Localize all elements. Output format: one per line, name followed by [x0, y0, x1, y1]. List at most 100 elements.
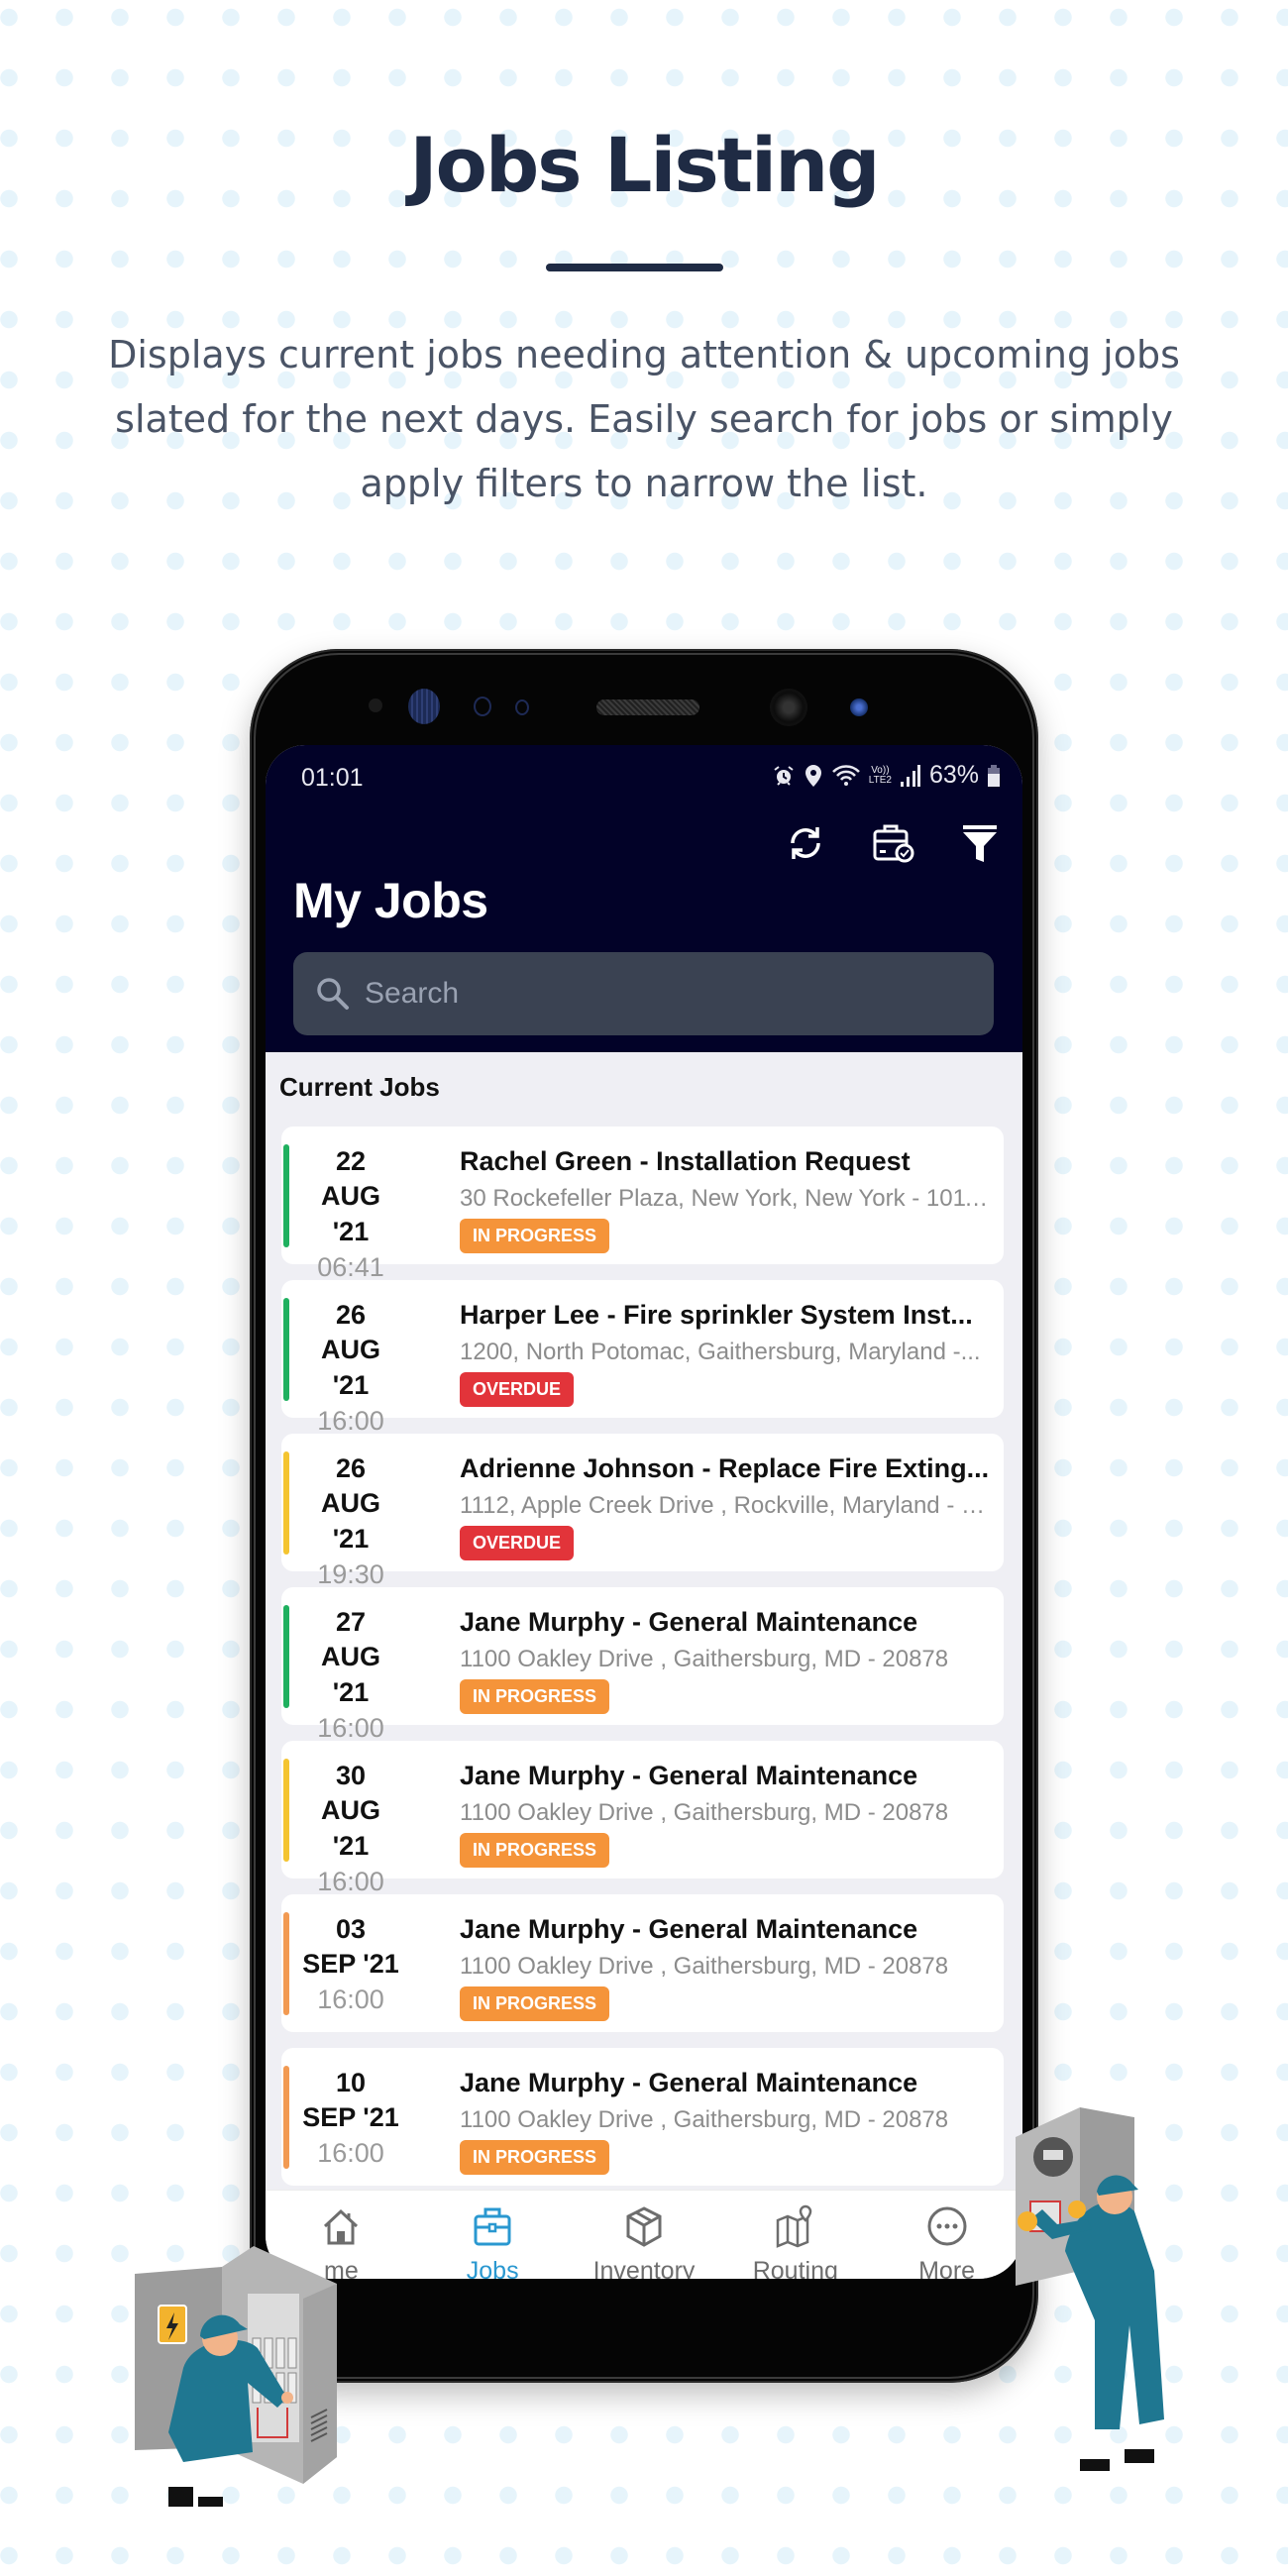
search-bar[interactable] [293, 952, 994, 1035]
status-badge: OVERDUE [460, 1372, 575, 1407]
job-address: 1100 Oakley Drive , Gaithersburg, MD - 2… [460, 1953, 949, 1980]
filter-icon [963, 825, 997, 862]
technician-standing-illustration [1016, 2107, 1164, 2471]
nav-item-more[interactable]: More [871, 2191, 1022, 2279]
header-actions [781, 818, 1005, 868]
job-day: 26 [335, 1453, 367, 1483]
phone-frame: 01:01 Vo)) LTE2 63% My Jobs Search Curre… [250, 649, 1038, 2383]
nav-label: Inventory [592, 2257, 696, 2279]
job-title: Jane Murphy - General Maintenance [460, 2068, 918, 2097]
page-title: My Jobs [293, 873, 488, 928]
filter-button[interactable] [955, 818, 1005, 868]
job-title: Jane Murphy - General Maintenance [460, 1914, 918, 1944]
app-screen: 01:01 Vo)) LTE2 63% My Jobs Search Curre… [266, 745, 1022, 2279]
job-day: 03 [335, 1914, 367, 1944]
job-date: 26 AUG '21 19:30 [301, 1451, 400, 1592]
light-sensor [474, 697, 491, 716]
priority-indicator [283, 1298, 289, 1401]
nav-item-routing[interactable]: Routing [719, 2191, 871, 2279]
volte-label: Vo)) [871, 764, 890, 776]
refresh-button[interactable] [781, 818, 830, 868]
technician-boots [1080, 2449, 1154, 2471]
job-card[interactable]: 03 SEP '21 16:00 Jane Murphy - General M… [281, 1894, 1004, 2032]
job-day: 27 [335, 1607, 367, 1637]
job-day: 26 [335, 1300, 367, 1330]
technician-hand [281, 2392, 293, 2404]
status-badge: IN PROGRESS [460, 1986, 610, 2021]
priority-indicator [283, 1451, 289, 1555]
job-date: 03 SEP '21 16:00 [301, 1912, 400, 2017]
meter-display [1043, 2150, 1063, 2160]
job-address: 1100 Oakley Drive , Gaithersburg, MD - 2… [460, 2106, 949, 2133]
more-icon [925, 2204, 969, 2253]
scheduled-jobs-button[interactable] [868, 818, 917, 868]
refresh-icon [791, 827, 820, 859]
job-card[interactable]: 10 SEP '21 16:00 Jane Murphy - General M… [281, 2048, 1004, 2186]
alarm-icon [774, 765, 794, 786]
job-list: 22 AUG '21 06:41 Rachel Green - Installa… [281, 1127, 1004, 2201]
job-calendar-icon [873, 824, 914, 863]
work-glove [1018, 2211, 1037, 2231]
front-camera [770, 689, 807, 726]
priority-indicator [283, 1144, 289, 1247]
job-title: Adrienne Johnson - Replace Fire Exting..… [460, 1453, 990, 1483]
status-badge: IN PROGRESS [460, 1219, 610, 1253]
job-title: Harper Lee - Fire sprinkler System Inst.… [460, 1300, 973, 1330]
job-time: 16:00 [317, 1985, 384, 2014]
priority-indicator [283, 1759, 289, 1862]
job-card[interactable]: 27 AUG '21 16:00 Jane Murphy - General M… [281, 1587, 1004, 1743]
promo-title: Jobs Listing [409, 121, 880, 209]
lte-label: LTE2 [868, 774, 892, 786]
job-month: AUG '21 [321, 1642, 380, 1707]
job-day: 22 [335, 1146, 367, 1176]
job-title: Rachel Green - Installation Request [460, 1146, 911, 1176]
nav-item-jobs[interactable]: Jobs [417, 2191, 569, 2279]
location-icon [805, 764, 821, 787]
cabinet-side [303, 2284, 337, 2484]
search-input[interactable] [365, 977, 959, 1011]
job-day: 30 [335, 1761, 367, 1790]
job-date: 30 AUG '21 16:00 [301, 1759, 400, 1899]
status-badge: IN PROGRESS [460, 1833, 610, 1868]
job-month: AUG '21 [321, 1181, 380, 1246]
job-date: 27 AUG '21 16:00 [301, 1605, 400, 1746]
job-card[interactable]: 26 AUG '21 16:00 Harper Lee - Fire sprin… [281, 1280, 1004, 1436]
map-pin-icon [774, 2204, 817, 2253]
job-address: 1100 Oakley Drive , Gaithersburg, MD - 2… [460, 1799, 949, 1826]
job-address: 30 Rockefeller Plaza, New York, New York… [460, 1185, 990, 1212]
job-card[interactable]: 22 AUG '21 06:41 Rachel Green - Installa… [281, 1127, 1004, 1282]
box-icon [622, 2204, 666, 2253]
job-date: 10 SEP '21 16:00 [301, 2066, 400, 2171]
battery-percent: 63% [928, 761, 979, 789]
status-icons: Vo)) LTE2 63% [772, 761, 1001, 790]
section-label-current-jobs: Current Jobs [279, 1072, 440, 1102]
technician-kneeling-illustration [135, 2246, 337, 2507]
status-badge: IN PROGRESS [460, 1679, 610, 1714]
nav-label: Routing [752, 2257, 838, 2279]
wifi-icon [831, 764, 860, 786]
technician-body [1065, 2201, 1164, 2429]
priority-indicator [283, 2066, 289, 2169]
job-card[interactable]: 26 AUG '21 19:30 Adrienne Johnson - Repl… [281, 1434, 1004, 1589]
signal-icon [900, 764, 920, 787]
job-month: AUG '21 [321, 1795, 380, 1861]
title-underline [546, 264, 723, 271]
status-badge: IN PROGRESS [460, 2140, 610, 2175]
job-card[interactable]: 30 AUG '21 16:00 Jane Murphy - General M… [281, 1741, 1004, 1896]
priority-indicator [283, 1605, 289, 1708]
iris-camera [850, 698, 868, 716]
battery-icon [988, 764, 1000, 787]
job-time: 16:00 [317, 2138, 384, 2168]
iris-sensor [408, 689, 440, 724]
nav-item-inventory[interactable]: Inventory [569, 2191, 720, 2279]
job-day: 10 [335, 2068, 367, 2097]
job-address: 1200, North Potomac, Gaithersburg, Maryl… [460, 1339, 981, 1365]
job-month: AUG '21 [321, 1488, 380, 1554]
job-month: AUG '21 [321, 1335, 380, 1400]
earpiece-speaker [596, 699, 699, 715]
priority-indicator [283, 1912, 289, 2015]
proximity-sensor [369, 698, 382, 712]
network-type: Vo)) LTE2 [868, 764, 892, 786]
job-address: 1100 Oakley Drive , Gaithersburg, MD - 2… [460, 1646, 949, 1672]
promo-description: Displays current jobs needing attention … [108, 333, 1180, 505]
